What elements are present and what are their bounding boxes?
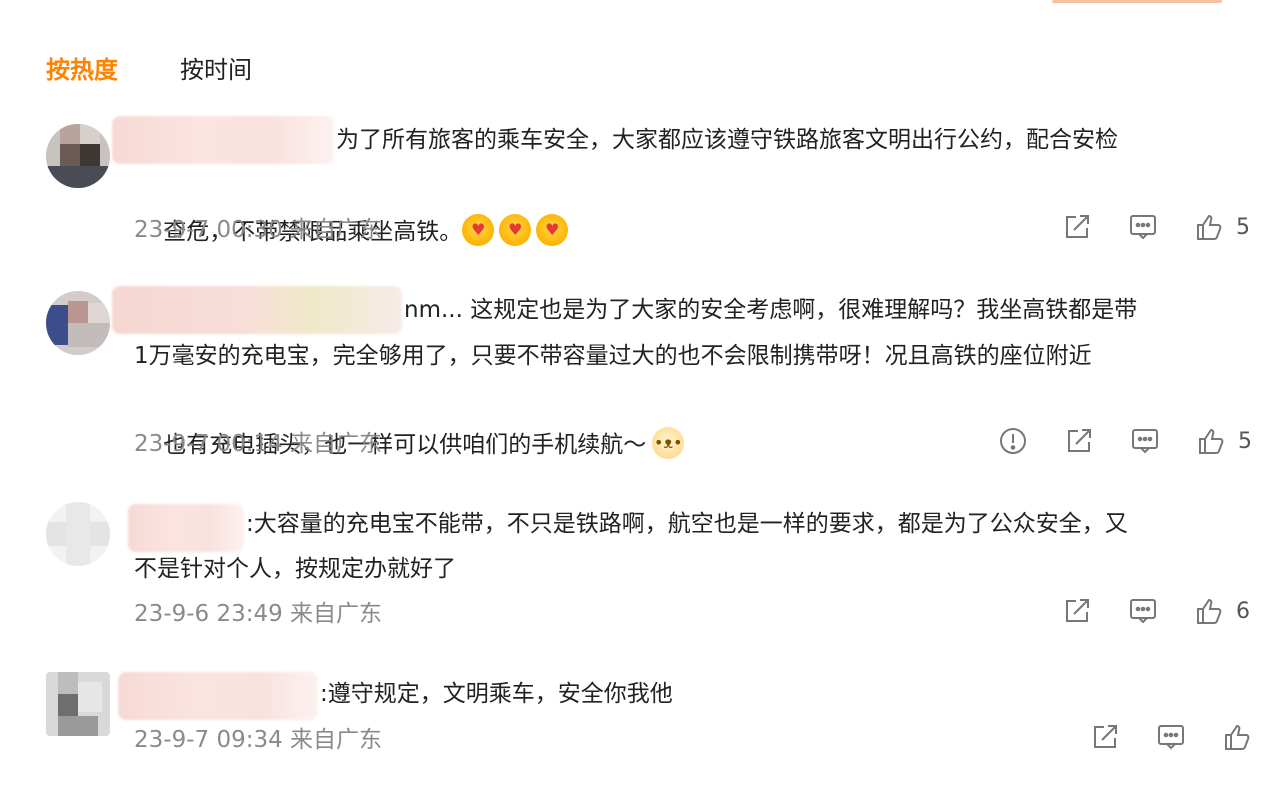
thumbs-up-icon	[1199, 428, 1224, 454]
username-blurred[interactable]	[112, 116, 334, 164]
top-accent-bar	[1052, 0, 1222, 3]
like-count: 5	[1238, 428, 1252, 454]
report-button[interactable]	[998, 426, 1028, 456]
comment-icon	[1158, 725, 1184, 750]
avatar[interactable]	[46, 124, 110, 188]
share-icon	[1094, 725, 1117, 748]
comment-text-line: nm... 这规定也是为了大家的安全考虑啊，很难理解吗？我坐高铁都是带	[404, 297, 1138, 323]
comment-meta: 23-9-7 00:14 来自广东	[134, 431, 383, 457]
heart-eyes-emoji-icon: ♥	[499, 213, 532, 246]
comment-icon	[1130, 215, 1156, 240]
tab-sort-by-hot[interactable]: 按热度	[46, 54, 118, 86]
comment-icon	[1130, 599, 1156, 624]
comment-button[interactable]	[1156, 722, 1186, 752]
like-count: 5	[1236, 214, 1250, 240]
share-icon	[1068, 429, 1091, 452]
thumbs-up-icon	[1197, 214, 1222, 240]
username-blurred[interactable]	[128, 504, 244, 552]
comment-button[interactable]	[1128, 596, 1158, 626]
share-button[interactable]	[1064, 426, 1094, 456]
comment-meta: 23-9-6 23:49 来自广东	[134, 601, 383, 627]
share-button[interactable]	[1090, 722, 1120, 752]
tab-sort-by-time[interactable]: 按时间	[180, 54, 252, 86]
share-button[interactable]	[1062, 212, 1092, 242]
report-icon	[1000, 428, 1026, 454]
like-button[interactable]: 5	[1196, 426, 1252, 456]
comment-actions: 6	[1026, 596, 1250, 626]
comment-button[interactable]	[1130, 426, 1160, 456]
share-icon	[1066, 215, 1089, 238]
avatar[interactable]	[46, 291, 110, 355]
username-blurred[interactable]	[112, 286, 402, 334]
comment-meta: 23-9-7 09:34 来自广东	[134, 727, 383, 753]
avatar[interactable]	[46, 672, 110, 736]
comment-icon	[1132, 429, 1158, 454]
like-count: 6	[1236, 598, 1250, 624]
comment-text-line: 不是针对个人，按规定办就好了	[134, 556, 456, 582]
sort-tabs: 按热度 按时间	[46, 54, 252, 86]
username-blurred[interactable]	[118, 672, 318, 720]
thumbs-up-icon	[1225, 724, 1250, 750]
like-button[interactable]: 6	[1194, 596, 1250, 626]
avatar[interactable]	[46, 502, 110, 566]
heart-eyes-emoji-icon: ♥	[462, 213, 495, 246]
like-button[interactable]: 5	[1194, 212, 1250, 242]
comment-button[interactable]	[1128, 212, 1158, 242]
dog-emoji-icon: •ᴥ•	[652, 426, 685, 459]
share-button[interactable]	[1062, 596, 1092, 626]
thumbs-up-icon	[1197, 598, 1222, 624]
like-button[interactable]	[1222, 722, 1264, 752]
comment-actions	[1054, 722, 1264, 752]
comment-text-line: :遵守规定，文明乘车，安全你我他	[320, 681, 673, 707]
comment-actions: 5	[962, 426, 1252, 456]
comment-text-line: :大容量的充电宝不能带，不只是铁路啊，航空也是一样的要求，都是为了公众安全，又	[246, 511, 1128, 537]
comment-actions: 5	[1026, 212, 1250, 242]
comment-text-line: 1万毫安的充电宝，完全够用了，只要不带容量过大的也不会限制携带呀！况且高铁的座位…	[134, 343, 1092, 369]
heart-eyes-emoji-icon: ♥	[536, 213, 569, 246]
share-icon	[1066, 599, 1089, 622]
comment-text-line: 为了所有旅客的乘车安全，大家都应该遵守铁路旅客文明出行公约，配合安检	[336, 127, 1118, 153]
comment-meta: 23-9-7 00:30 来自广东	[134, 217, 383, 243]
